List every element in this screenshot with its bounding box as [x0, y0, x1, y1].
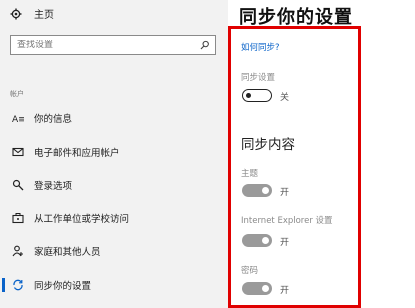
sync-content-heading: 同步内容 — [241, 137, 295, 153]
briefcase-icon — [12, 212, 24, 224]
passwords-state: 开 — [280, 286, 290, 296]
sidebar-item-email-accounts[interactable]: 电子邮件和应用帐户 — [0, 142, 228, 162]
sidebar-item-label: 登录选项 — [34, 181, 73, 192]
passwords-label: 密码 — [241, 266, 259, 276]
sidebar-item-label: 电子邮件和应用帐户 — [34, 148, 120, 159]
how-to-sync-link[interactable]: 如何同步? — [241, 41, 280, 53]
ie-settings-label: Internet Explorer 设置 — [241, 216, 333, 226]
svg-text:A≡: A≡ — [12, 115, 24, 124]
mail-icon — [12, 146, 24, 158]
sidebar: 主页 帐户 A≡ 你的信息 电子邮件和应用帐户 登录选项 从工作单位或学校访问 — [0, 0, 228, 308]
sidebar-item-label: 同步你的设置 — [34, 281, 92, 292]
sync-icon — [12, 279, 24, 291]
sync-settings-label: 同步设置 — [241, 73, 276, 83]
toggle-knob — [262, 285, 269, 292]
sidebar-item-family[interactable]: 家庭和其他人员 — [0, 241, 228, 261]
sidebar-item-signin-options[interactable]: 登录选项 — [0, 175, 228, 195]
theme-state: 开 — [280, 188, 290, 198]
sidebar-item-work-school[interactable]: 从工作单位或学校访问 — [0, 208, 228, 228]
toggle-knob — [262, 237, 269, 244]
people-icon — [12, 245, 24, 257]
theme-label: 主题 — [241, 169, 259, 179]
ie-settings-toggle[interactable] — [242, 234, 272, 247]
person-card-icon: A≡ — [12, 112, 24, 124]
sidebar-item-label: 从工作单位或学校访问 — [34, 214, 130, 225]
ie-settings-state: 开 — [280, 238, 290, 248]
sidebar-item-your-info[interactable]: A≡ 你的信息 — [0, 108, 228, 128]
passwords-toggle[interactable] — [242, 282, 272, 295]
search-input[interactable] — [17, 40, 200, 50]
search-icon[interactable] — [200, 40, 210, 50]
toggle-knob — [262, 187, 269, 194]
home-nav-item[interactable]: 主页 — [10, 6, 54, 21]
gear-icon — [10, 8, 22, 19]
sidebar-item-label: 你的信息 — [34, 114, 73, 125]
theme-toggle[interactable] — [242, 184, 272, 197]
toggle-knob — [246, 92, 251, 98]
sidebar-item-label: 家庭和其他人员 — [34, 247, 101, 258]
sync-settings-toggle[interactable] — [242, 89, 272, 102]
key-icon — [12, 179, 24, 191]
section-label-account: 帐户 — [10, 90, 24, 98]
sync-settings-state: 关 — [280, 93, 290, 103]
active-indicator — [2, 278, 5, 292]
search-box[interactable] — [10, 35, 216, 55]
home-label: 主页 — [34, 10, 54, 21]
sidebar-item-sync-settings[interactable]: 同步你的设置 — [0, 275, 228, 295]
